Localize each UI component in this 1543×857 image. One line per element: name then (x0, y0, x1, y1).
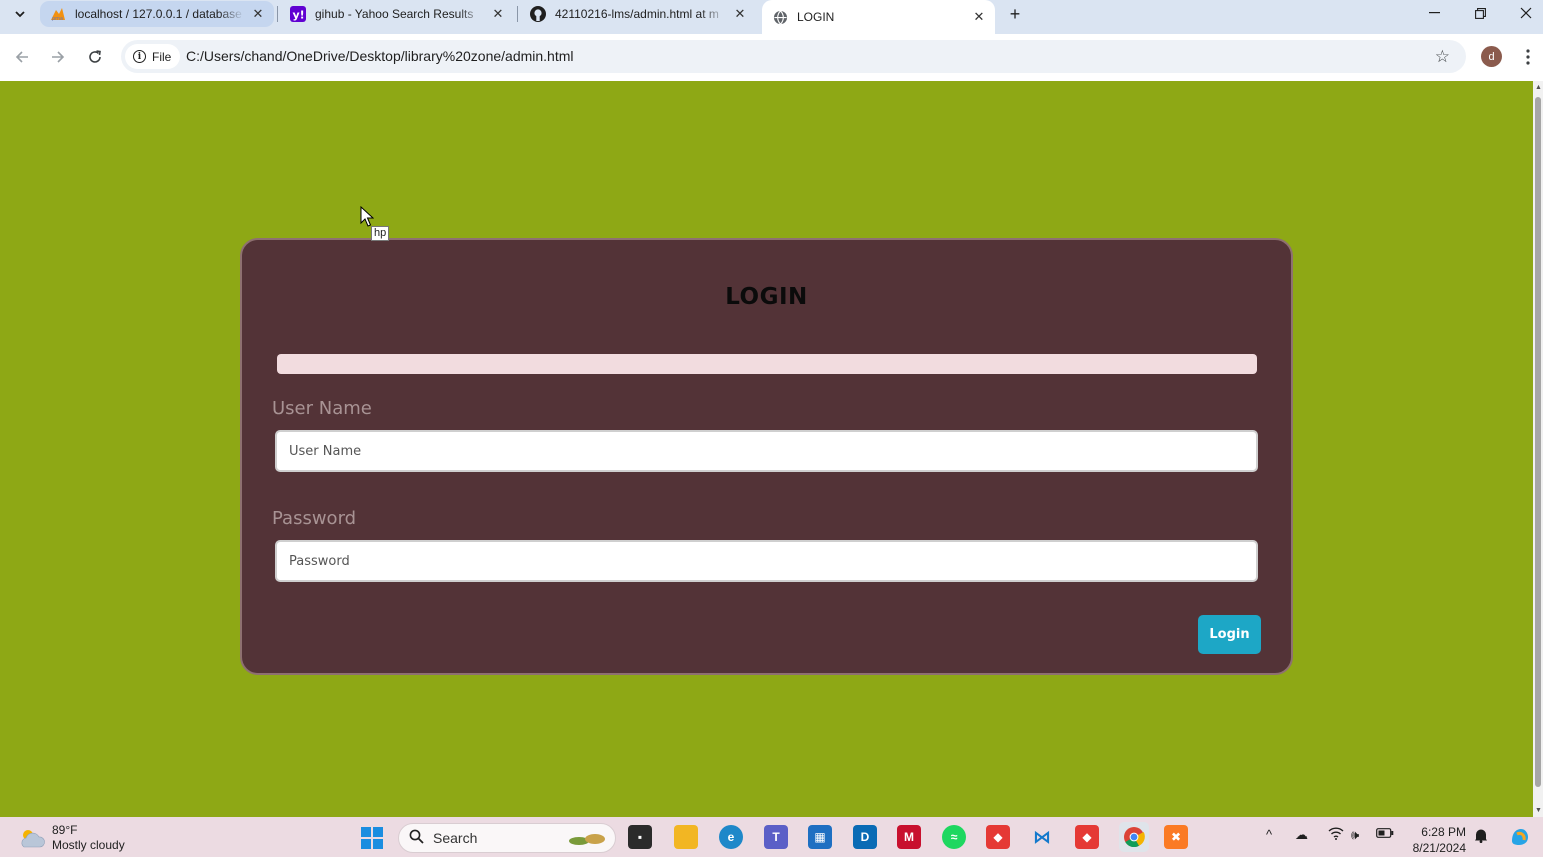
taskbar-search[interactable]: Search (398, 823, 616, 853)
close-icon (1520, 7, 1532, 19)
weather-temp: 89°F (52, 823, 78, 837)
windows-start-icon[interactable] (360, 827, 384, 849)
volume-icon[interactable]: 🕪 (1351, 827, 1359, 843)
yahoo-icon: y! (290, 5, 306, 22)
xampp-icon[interactable]: ✖ (1164, 825, 1188, 849)
username-label: User Name (272, 398, 372, 419)
weather-condition: Mostly cloudy (52, 838, 125, 852)
close-window-button[interactable] (1503, 0, 1543, 26)
chevron-down-icon (15, 10, 25, 17)
close-icon[interactable]: ✕ (250, 6, 266, 22)
mouse-cursor-icon (360, 206, 374, 227)
tooltip: hp (371, 226, 390, 241)
vscode-icon[interactable]: ⋈ (1030, 825, 1054, 849)
new-tab-button[interactable]: + (1004, 3, 1026, 25)
tab-title: gihub - Yahoo Search Results (315, 6, 474, 21)
tray-chevron-up-icon[interactable]: ^ (1266, 827, 1272, 842)
tab-search-button[interactable] (8, 3, 32, 25)
page-scrollbar[interactable]: ▲ ▼ (1533, 81, 1543, 817)
windows-taskbar: 89°F Mostly cloudy Search ▪ e T ▦ D M ≈ … (0, 817, 1543, 857)
onedrive-icon[interactable]: ☁ (1295, 827, 1308, 843)
edge-browser-icon[interactable]: e (719, 825, 743, 849)
battery-icon[interactable] (1376, 827, 1394, 842)
teams-icon[interactable]: T (764, 825, 788, 849)
tab-strip: pma localhost / 127.0.0.1 / database ✕ y… (0, 0, 1543, 34)
tab-login-active[interactable]: LOGIN ✕ (762, 0, 995, 34)
browser-toolbar: i File C:/Users/chand/OneDrive/Desktop/l… (0, 34, 1543, 81)
restore-button[interactable] (1457, 0, 1503, 26)
minimize-button[interactable] (1411, 0, 1457, 26)
more-vert-icon (1526, 49, 1530, 65)
svg-text:y!: y! (293, 8, 305, 21)
notification-bell-icon[interactable] (1474, 828, 1488, 846)
search-highlight-icon (565, 829, 609, 852)
clock-date: 8/21/2024 (1412, 841, 1466, 855)
svg-text:pma: pma (52, 16, 63, 21)
file-explorer-icon[interactable] (674, 825, 698, 849)
chrome-icon[interactable] (1119, 822, 1149, 852)
site-info-label: File (152, 49, 172, 64)
bookmark-star-icon[interactable]: ☆ (1435, 47, 1450, 67)
address-bar[interactable]: i File C:/Users/chand/OneDrive/Desktop/l… (121, 40, 1466, 73)
tab-github[interactable]: 42110216-lms/admin.html at m ✕ (520, 0, 756, 27)
minimize-icon (1428, 12, 1440, 14)
copilot-icon[interactable] (1508, 825, 1532, 849)
back-arrow-icon (15, 51, 28, 63)
browser-menu-button[interactable] (1518, 44, 1538, 70)
info-icon: i (133, 50, 146, 63)
profile-avatar[interactable]: d (1481, 46, 1502, 67)
wifi-icon[interactable] (1328, 827, 1344, 843)
message-bar (277, 354, 1257, 374)
reload-button[interactable] (82, 44, 108, 70)
tab-title: LOGIN (797, 10, 835, 24)
scrollbar-thumb[interactable] (1535, 97, 1541, 787)
back-button[interactable] (9, 44, 35, 70)
scroll-down-icon[interactable]: ▼ (1535, 807, 1542, 814)
password-label: Password (272, 508, 357, 529)
tab-separator (277, 6, 278, 22)
forward-arrow-icon (52, 51, 65, 63)
git-app-icon[interactable]: ◆ (986, 825, 1010, 849)
close-icon[interactable]: ✕ (971, 9, 987, 25)
github-icon (530, 5, 546, 22)
spotify-icon[interactable]: ≈ (942, 825, 966, 849)
login-title: LOGIN (725, 284, 808, 310)
close-icon[interactable]: ✕ (490, 6, 506, 22)
task-view-icon[interactable]: ▪ (628, 825, 652, 849)
password-input[interactable] (275, 540, 1258, 582)
restore-icon (1474, 7, 1486, 19)
reload-icon (89, 50, 101, 63)
tab-separator (517, 6, 518, 22)
phpmyadmin-icon: pma (50, 6, 66, 22)
dell-icon[interactable]: D (853, 825, 877, 849)
mcafee-icon[interactable]: M (897, 825, 921, 849)
weather-widget[interactable]: 89°F Mostly cloudy (18, 823, 125, 853)
page-viewport: LOGIN User Name Password Login hp (0, 81, 1533, 817)
scroll-up-icon[interactable]: ▲ (1535, 84, 1542, 91)
forward-button[interactable] (45, 44, 71, 70)
close-icon[interactable]: ✕ (732, 6, 748, 22)
system-clock[interactable]: 6:28 PM 8/21/2024 (1404, 824, 1466, 856)
microsoft-store-icon[interactable]: ▦ (808, 825, 832, 849)
login-card: LOGIN User Name Password Login (240, 238, 1293, 675)
url-text[interactable]: C:/Users/chand/OneDrive/Desktop/library%… (186, 48, 574, 64)
tab-yahoo[interactable]: y! gihub - Yahoo Search Results ✕ (280, 0, 514, 27)
git-app-icon-2[interactable]: ◆ (1075, 825, 1099, 849)
clock-time: 6:28 PM (1421, 825, 1466, 839)
cloudy-weather-icon (18, 827, 46, 849)
taskbar-search-label: Search (433, 830, 478, 846)
tab-phpmyadmin[interactable]: pma localhost / 127.0.0.1 / database ✕ (40, 1, 274, 27)
username-input[interactable] (275, 430, 1258, 472)
search-icon (409, 829, 424, 848)
site-info-chip[interactable]: i File (125, 44, 181, 69)
tab-title: localhost / 127.0.0.1 / database (75, 7, 242, 21)
tab-title: 42110216-lms/admin.html at m (555, 6, 719, 21)
login-button[interactable]: Login (1198, 615, 1261, 654)
globe-icon (772, 9, 788, 25)
